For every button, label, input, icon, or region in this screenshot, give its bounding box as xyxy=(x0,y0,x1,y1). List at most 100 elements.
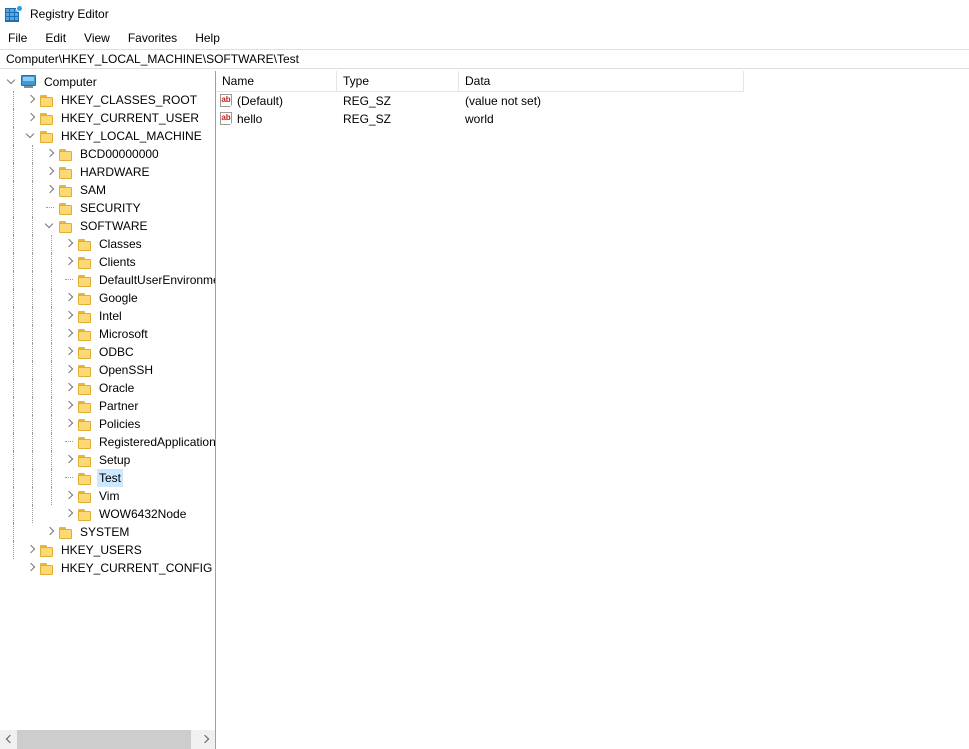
tree-node-hardware[interactable]: HARDWARE xyxy=(0,163,215,181)
chevron-right-icon[interactable] xyxy=(62,415,78,433)
chevron-right-icon[interactable] xyxy=(62,487,78,505)
folder-icon xyxy=(78,436,94,449)
column-header-type[interactable]: Type xyxy=(337,71,459,91)
tree-node-defaultuserenvironment[interactable]: DefaultUserEnvironment xyxy=(0,271,215,289)
tree-node-classes[interactable]: Classes xyxy=(0,235,215,253)
tree-node-odbc[interactable]: ODBC xyxy=(0,343,215,361)
tree-node-computer[interactable]: Computer xyxy=(0,73,215,91)
table-row[interactable]: ab (Default) REG_SZ (value not set) xyxy=(216,92,969,110)
chevron-right-icon[interactable] xyxy=(62,325,78,343)
chevron-right-icon[interactable] xyxy=(62,451,78,469)
tree-node-registeredapplications[interactable]: RegisteredApplications xyxy=(0,433,215,451)
chevron-right-icon[interactable] xyxy=(24,541,40,559)
menu-bar: File Edit View Favorites Help xyxy=(0,28,969,49)
table-row[interactable]: ab hello REG_SZ world xyxy=(216,110,969,128)
string-value-icon: ab xyxy=(220,94,233,108)
tree-guide-line xyxy=(51,415,52,433)
tree-guide-line xyxy=(32,433,33,451)
tree-node-hkey-current-config[interactable]: HKEY_CURRENT_CONFIG xyxy=(0,559,215,577)
tree-node-hkey-local-machine[interactable]: HKEY_LOCAL_MACHINE xyxy=(0,127,215,145)
menu-item-edit[interactable]: Edit xyxy=(36,28,75,49)
tree-node-hkey-classes-root[interactable]: HKEY_CLASSES_ROOT xyxy=(0,91,215,109)
computer-icon xyxy=(21,75,38,89)
tree-node-setup[interactable]: Setup xyxy=(0,451,215,469)
chevron-right-icon[interactable] xyxy=(62,379,78,397)
tree-node-test[interactable]: Test xyxy=(0,469,215,487)
tree-node-policies[interactable]: Policies xyxy=(0,415,215,433)
menu-item-view[interactable]: View xyxy=(75,28,119,49)
chevron-right-icon[interactable] xyxy=(43,181,59,199)
chevron-right-icon[interactable] xyxy=(62,307,78,325)
chevron-right-icon[interactable] xyxy=(62,505,78,523)
chevron-right-icon[interactable] xyxy=(62,343,78,361)
menu-item-help[interactable]: Help xyxy=(186,28,229,49)
scroll-left-icon[interactable] xyxy=(0,730,17,749)
registry-values-list[interactable]: ab (Default) REG_SZ (value not set) ab hello R… xyxy=(216,92,969,128)
tree-guide-line xyxy=(51,361,52,379)
chevron-right-icon[interactable] xyxy=(62,361,78,379)
chevron-down-icon[interactable] xyxy=(24,127,40,145)
folder-icon xyxy=(78,508,94,521)
tree-node-security[interactable]: SECURITY xyxy=(0,199,215,217)
tree-horizontal-scrollbar[interactable] xyxy=(0,729,215,749)
tree-node-oracle[interactable]: Oracle xyxy=(0,379,215,397)
chevron-right-icon[interactable] xyxy=(62,397,78,415)
chevron-right-icon[interactable] xyxy=(24,109,40,127)
tree-leaf-stub-icon xyxy=(43,199,59,217)
tree-node-system[interactable]: SYSTEM xyxy=(0,523,215,541)
registry-tree[interactable]: Computer HKEY_CLASSES_ROOT HKEY_CURRENT_US… xyxy=(0,71,215,729)
folder-icon xyxy=(78,382,94,395)
tree-guide-line xyxy=(13,127,14,145)
tree-guide-line xyxy=(13,379,14,397)
scrollbar-thumb[interactable] xyxy=(17,730,191,749)
tree-node-label: HARDWARE xyxy=(80,165,150,179)
column-header-name[interactable]: Name xyxy=(216,71,337,91)
tree-node-intel[interactable]: Intel xyxy=(0,307,215,325)
tree-node-label: SOFTWARE xyxy=(80,219,148,233)
tree-node-hkey-current-user[interactable]: HKEY_CURRENT_USER xyxy=(0,109,215,127)
tree-node-wow6432node[interactable]: WOW6432Node xyxy=(0,505,215,523)
chevron-right-icon[interactable] xyxy=(43,145,59,163)
tree-guide-line xyxy=(13,217,14,235)
address-path: Computer\HKEY_LOCAL_MACHINE\SOFTWARE\Tes… xyxy=(6,52,299,66)
tree-node-google[interactable]: Google xyxy=(0,289,215,307)
chevron-right-icon[interactable] xyxy=(62,289,78,307)
value-name-cell: ab hello xyxy=(216,110,337,128)
tree-node-vim[interactable]: Vim xyxy=(0,487,215,505)
chevron-right-icon[interactable] xyxy=(24,91,40,109)
chevron-down-icon[interactable] xyxy=(5,73,21,91)
chevron-right-icon[interactable] xyxy=(43,523,59,541)
tree-leaf-stub-icon xyxy=(62,469,78,487)
tree-node-hkey-users[interactable]: HKEY_USERS xyxy=(0,541,215,559)
folder-icon xyxy=(78,310,94,323)
scrollbar-track[interactable] xyxy=(17,730,198,749)
tree-node-partner[interactable]: Partner xyxy=(0,397,215,415)
address-bar[interactable]: Computer\HKEY_LOCAL_MACHINE\SOFTWARE\Tes… xyxy=(0,49,969,69)
tree-node-bcd00000000[interactable]: BCD00000000 xyxy=(0,145,215,163)
tree-guide-line xyxy=(32,163,33,181)
menu-item-file[interactable]: File xyxy=(8,28,36,49)
tree-node-microsoft[interactable]: Microsoft xyxy=(0,325,215,343)
chevron-down-icon[interactable] xyxy=(43,217,59,235)
chevron-right-icon[interactable] xyxy=(24,559,40,577)
tree-guide-line xyxy=(13,541,14,559)
tree-node-clients[interactable]: Clients xyxy=(0,253,215,271)
chevron-right-icon[interactable] xyxy=(62,235,78,253)
tree-node-openssh[interactable]: OpenSSH xyxy=(0,361,215,379)
tree-node-software[interactable]: SOFTWARE xyxy=(0,217,215,235)
chevron-right-icon[interactable] xyxy=(43,163,59,181)
column-header-data[interactable]: Data xyxy=(459,71,744,91)
menu-item-favorites[interactable]: Favorites xyxy=(119,28,186,49)
scroll-right-icon[interactable] xyxy=(198,730,215,749)
tree-node-sam[interactable]: SAM xyxy=(0,181,215,199)
chevron-right-icon[interactable] xyxy=(62,253,78,271)
